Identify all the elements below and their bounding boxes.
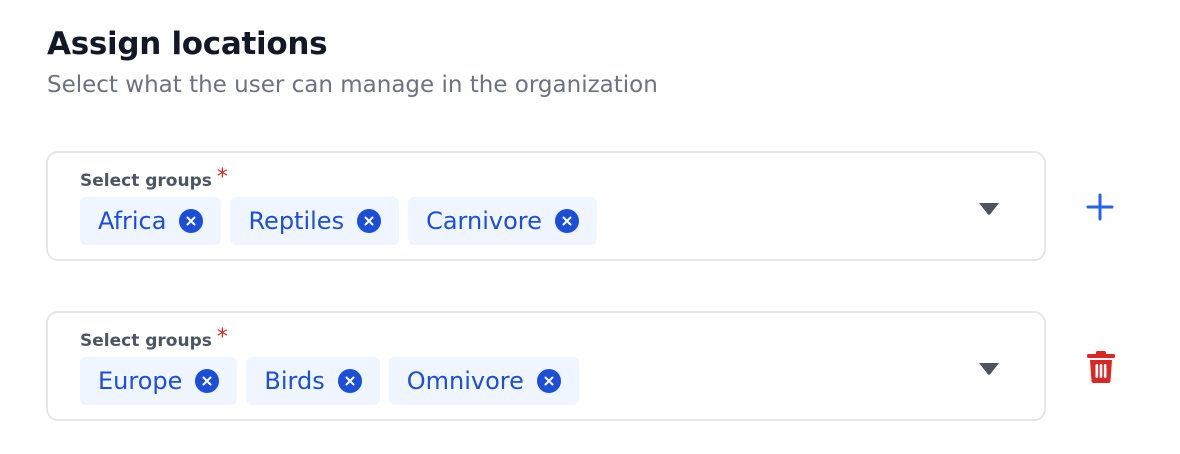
required-marker: * [216,325,228,350]
group-select-2[interactable]: Select groups * Europe Birds Omnivore [46,311,1046,421]
page-title: Assign locations [47,26,328,62]
group-select-1[interactable]: Select groups * Africa Reptiles Carnivore [46,151,1046,261]
chip-birds: Birds [246,357,380,405]
field-label-text: Select groups [80,331,212,351]
close-circle-icon[interactable] [337,369,362,393]
close-circle-icon[interactable] [179,209,204,233]
chip-list: Africa Reptiles Carnivore [80,197,597,245]
chip-africa: Africa [80,197,222,245]
close-circle-icon[interactable] [536,369,561,393]
field-label-text: Select groups [80,171,212,191]
chip-list: Europe Birds Omnivore [80,357,579,405]
caret-down-icon[interactable] [978,202,1000,216]
chip-omnivore: Omnivore [388,357,579,405]
chip-label: Omnivore [406,367,524,395]
chip-europe: Europe [80,357,238,405]
chip-label: Birds [264,367,325,395]
page-subtitle: Select what the user can manage in the o… [47,72,658,98]
field-label: Select groups * [80,165,228,193]
required-marker: * [216,165,228,190]
chip-label: Europe [98,367,183,395]
assign-locations-page: Assign locations Select what the user ca… [0,0,1180,454]
close-circle-icon[interactable] [357,209,382,233]
chip-label: Carnivore [426,207,542,235]
chip-label: Reptiles [248,207,345,235]
group-row-2: Select groups * Europe Birds Omnivore [46,311,1046,421]
trash-icon[interactable] [1086,350,1116,384]
close-circle-icon[interactable] [195,369,220,393]
close-circle-icon[interactable] [554,209,579,233]
chip-carnivore: Carnivore [408,197,597,245]
chip-reptiles: Reptiles [230,197,400,245]
chip-label: Africa [98,207,167,235]
caret-down-icon[interactable] [978,362,1000,376]
plus-icon[interactable] [1085,192,1115,222]
field-label: Select groups * [80,325,228,353]
group-row-1: Select groups * Africa Reptiles Carnivore [46,151,1046,261]
